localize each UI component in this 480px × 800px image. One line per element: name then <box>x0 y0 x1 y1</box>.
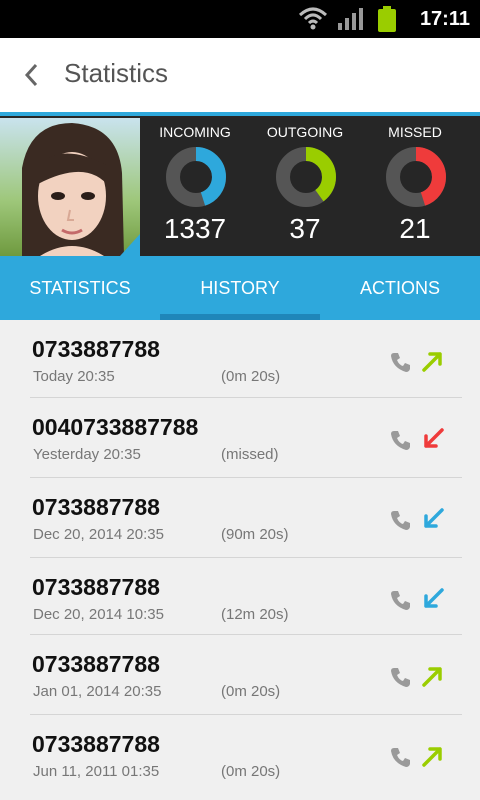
stat-outgoing: OUTGOING 37 <box>250 116 360 256</box>
call-date: Yesterday 20:35 <box>33 446 141 463</box>
call-date: Jun 11, 2011 01:35 <box>33 763 160 780</box>
stats-header: INCOMING 1337 OUTGOING 37 MISSED 21 <box>0 116 480 256</box>
donut-chart-incoming <box>165 146 227 213</box>
call-row[interactable]: 0733887788 Jan 01, 2014 20:35 (0m 20s) <box>0 635 480 713</box>
wifi-icon <box>298 6 328 35</box>
call-row[interactable]: 0040733887788 Yesterday 20:35 (missed) <box>0 398 480 476</box>
outgoing-arrow-icon <box>420 663 448 696</box>
tab-history[interactable]: HISTORY <box>160 256 320 320</box>
donut-chart-outgoing <box>275 146 337 213</box>
call-row[interactable]: 0733887788 Dec 20, 2014 20:35 (90m 20s) <box>0 478 480 556</box>
phone-icon[interactable] <box>389 588 413 617</box>
incoming-arrow-icon <box>420 506 448 539</box>
call-duration: (0m 20s) <box>221 368 281 385</box>
call-row[interactable]: 0733887788 Today 20:35 (0m 20s) <box>0 320 480 398</box>
status-time: 17:11 <box>419 8 470 30</box>
call-date: Today 20:35 <box>33 368 115 385</box>
phone-icon[interactable] <box>389 745 413 774</box>
missed-arrow-icon <box>420 426 448 459</box>
outgoing-arrow-icon <box>420 348 448 381</box>
call-duration: (0m 20s) <box>221 763 281 780</box>
call-duration: (missed) <box>221 446 279 463</box>
stat-label: OUTGOING <box>266 124 344 140</box>
stat-label: MISSED <box>388 124 442 140</box>
call-row[interactable]: 0733887788 Dec 20, 2014 10:35 (12m 20s) <box>0 558 480 636</box>
call-duration: (90m 20s) <box>221 526 289 543</box>
stats-panel: INCOMING 1337 OUTGOING 37 MISSED 21 <box>140 116 480 256</box>
app-bar: Statistics <box>0 38 480 112</box>
back-chevron-icon[interactable] <box>22 62 44 93</box>
call-date: Dec 20, 2014 20:35 <box>33 526 164 543</box>
stat-label: INCOMING <box>159 124 231 140</box>
call-number: 0733887788 <box>32 574 160 600</box>
call-number: 0733887788 <box>32 494 160 520</box>
phone-icon[interactable] <box>389 350 413 379</box>
contact-avatar <box>0 118 140 256</box>
signal-icon <box>338 8 364 35</box>
stat-count: 21 <box>399 213 431 244</box>
stat-missed: MISSED 21 <box>360 116 470 256</box>
incoming-arrow-icon <box>420 586 448 619</box>
battery-icon <box>378 6 396 32</box>
stat-incoming: INCOMING 1337 <box>140 116 250 256</box>
stat-count: 1337 <box>163 213 227 244</box>
call-row[interactable]: 0733887788 Jun 11, 2011 01:35 (0m 20s) <box>0 715 480 793</box>
call-number: 0733887788 <box>32 731 160 757</box>
stat-count: 37 <box>289 213 321 244</box>
call-number: 0040733887788 <box>32 414 199 440</box>
tab-actions[interactable]: ACTIONS <box>320 256 480 320</box>
phone-icon[interactable] <box>389 665 413 694</box>
call-number: 0733887788 <box>32 336 160 362</box>
tab-bar: STATISTICS HISTORY ACTIONS <box>0 256 480 320</box>
status-bar: 17:11 <box>0 0 480 38</box>
tab-statistics[interactable]: STATISTICS <box>0 256 160 320</box>
page-title: Statistics <box>64 58 169 88</box>
call-duration: (0m 20s) <box>221 683 281 700</box>
call-date: Dec 20, 2014 10:35 <box>33 606 164 623</box>
outgoing-arrow-icon <box>420 743 448 776</box>
phone-icon[interactable] <box>389 508 413 537</box>
phone-icon[interactable] <box>389 428 413 457</box>
call-duration: (12m 20s) <box>221 606 289 623</box>
call-number: 0733887788 <box>32 651 160 677</box>
donut-chart-missed <box>385 146 447 213</box>
call-date: Jan 01, 2014 20:35 <box>33 683 162 700</box>
